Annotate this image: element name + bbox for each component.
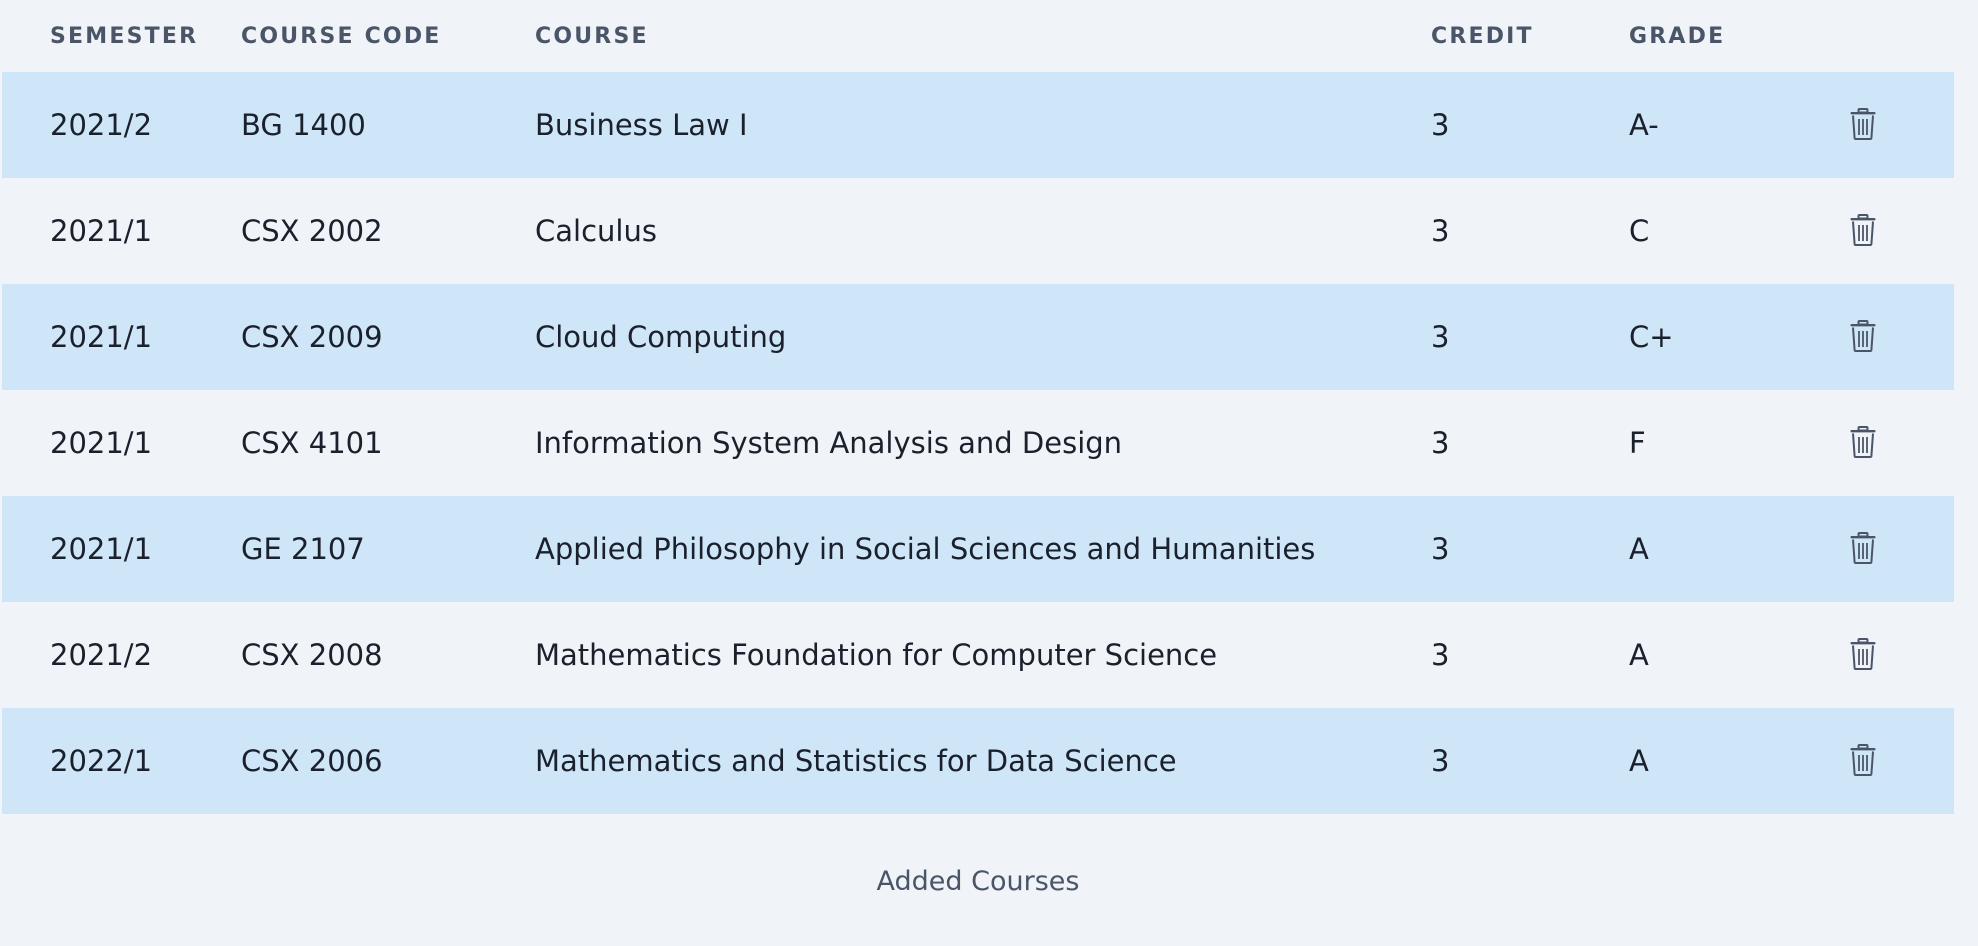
trash-icon [1850, 319, 1876, 352]
cell-actions [1774, 602, 1954, 708]
cell-grade: C+ [1629, 320, 1674, 354]
cell-credit: 3 [1431, 744, 1450, 778]
courses-table-container: SEMESTER COURSE CODE COURSE CREDIT GRADE… [2, 0, 1954, 814]
cell-credit: 3 [1431, 320, 1450, 354]
cell-credit: 3 [1431, 532, 1450, 566]
table-header-row: SEMESTER COURSE CODE COURSE CREDIT GRADE [2, 0, 1954, 72]
table-row: 2021/1 CSX 2009 Cloud Computing 3 C+ [2, 284, 1954, 390]
trash-icon [1850, 425, 1876, 458]
cell-credit: 3 [1431, 426, 1450, 460]
cell-course: Mathematics Foundation for Computer Scie… [535, 638, 1218, 672]
delete-course-button[interactable] [1845, 422, 1881, 462]
delete-course-button[interactable] [1845, 316, 1881, 356]
table-row: 2021/1 CSX 4101 Information System Analy… [2, 390, 1954, 496]
delete-course-button[interactable] [1845, 740, 1881, 780]
cell-grade: A [1629, 744, 1649, 778]
cell-grade: A [1629, 638, 1649, 672]
delete-course-button[interactable] [1845, 528, 1881, 568]
cell-course: Calculus [535, 214, 657, 248]
cell-course-code: CSX 4101 [241, 426, 383, 460]
cell-credit: 3 [1431, 108, 1450, 142]
cell-grade: A- [1629, 108, 1659, 142]
cell-grade: F [1629, 426, 1646, 460]
cell-semester: 2021/2 [50, 108, 153, 142]
cell-actions [1774, 390, 1954, 496]
cell-course-code: GE 2107 [241, 532, 365, 566]
table-caption: Added Courses [876, 866, 1080, 897]
table-header: SEMESTER COURSE CODE COURSE CREDIT GRADE [2, 0, 1954, 72]
table-row: 2021/1 CSX 2002 Calculus 3 C [2, 178, 1954, 284]
cell-semester: 2022/1 [50, 744, 153, 778]
cell-credit: 3 [1431, 638, 1450, 672]
cell-semester: 2021/1 [50, 320, 153, 354]
added-courses-table: SEMESTER COURSE CODE COURSE CREDIT GRADE… [2, 0, 1954, 814]
cell-course: Business Law I [535, 108, 748, 142]
cell-semester: 2021/1 [50, 532, 153, 566]
trash-icon [1850, 637, 1876, 670]
cell-credit: 3 [1431, 214, 1450, 248]
cell-actions [1774, 284, 1954, 390]
trash-icon [1850, 743, 1876, 776]
cell-course-code: CSX 2002 [241, 214, 383, 248]
cell-course: Mathematics and Statistics for Data Scie… [535, 744, 1177, 778]
delete-course-button[interactable] [1845, 104, 1881, 144]
column-header-course: COURSE [535, 23, 649, 49]
table-row: 2021/2 CSX 2008 Mathematics Foundation f… [2, 602, 1954, 708]
cell-course-code: CSX 2006 [241, 744, 383, 778]
cell-course-code: CSX 2009 [241, 320, 383, 354]
cell-course: Cloud Computing [535, 320, 787, 354]
column-header-semester: SEMESTER [50, 23, 199, 49]
cell-actions [1774, 72, 1954, 178]
column-header-grade: GRADE [1629, 23, 1726, 49]
table-body: 2021/2 BG 1400 Business Law I 3 A- 2021/… [2, 72, 1954, 814]
cell-course: Applied Philosophy in Social Sciences an… [535, 532, 1316, 566]
table-row: 2022/1 CSX 2006 Mathematics and Statisti… [2, 708, 1954, 814]
cell-semester: 2021/2 [50, 638, 153, 672]
cell-course-code: CSX 2008 [241, 638, 383, 672]
trash-icon [1850, 107, 1876, 140]
column-header-course-code: COURSE CODE [241, 23, 442, 49]
cell-grade: A [1629, 532, 1649, 566]
column-header-actions [1774, 0, 1954, 72]
cell-course-code: BG 1400 [241, 108, 366, 142]
table-row: 2021/1 GE 2107 Applied Philosophy in Soc… [2, 496, 1954, 602]
cell-course: Information System Analysis and Design [535, 426, 1123, 460]
trash-icon [1850, 213, 1876, 246]
cell-actions [1774, 496, 1954, 602]
delete-course-button[interactable] [1845, 634, 1881, 674]
table-row: 2021/2 BG 1400 Business Law I 3 A- [2, 72, 1954, 178]
cell-actions [1774, 178, 1954, 284]
cell-semester: 2021/1 [50, 214, 153, 248]
cell-semester: 2021/1 [50, 426, 153, 460]
cell-actions [1774, 708, 1954, 814]
trash-icon [1850, 531, 1876, 564]
cell-grade: C [1629, 214, 1650, 248]
column-header-credit: CREDIT [1431, 23, 1534, 49]
delete-course-button[interactable] [1845, 210, 1881, 250]
